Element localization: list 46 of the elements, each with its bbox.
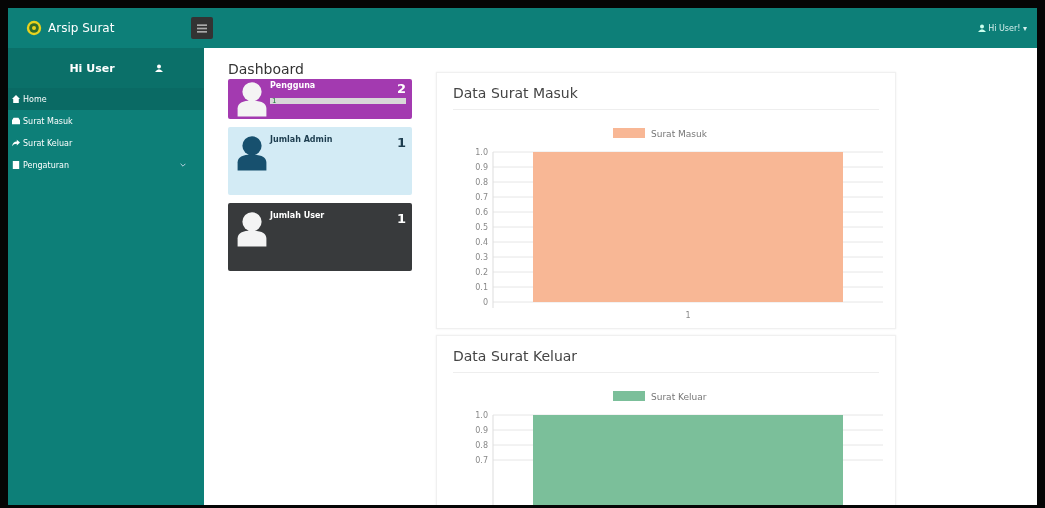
y-tick-label: 0.6 [475,208,488,217]
menu-icon [197,23,207,33]
y-tick-label: 0.8 [475,178,488,187]
user-icon [978,24,987,32]
y-tick-label: 0.9 [475,163,488,172]
logo-icon [26,20,42,36]
card-count: 2 [396,81,406,96]
greeting: Hi User [69,61,115,75]
y-tick-label: 0.4 [475,238,488,247]
legend-label: Surat Masuk [651,129,707,139]
y-tick-label: 0 [482,298,488,307]
y-tick-label: 1.0 [475,148,488,157]
user-icon[interactable] [154,64,163,72]
menu-toggle-button[interactable] [191,17,213,39]
y-tick-label: 0.1 [475,283,488,292]
sidebar-item[interactable]: Home [8,88,204,110]
y-tick-label: 0.9 [475,426,488,435]
user-icon [236,81,268,117]
y-tick-label: 0.7 [475,456,488,465]
page-title: Dashboard [228,61,305,77]
inbox-icon [12,117,20,125]
card-label: Pengguna [270,81,316,90]
legend-label: Surat Keluar [651,392,707,402]
y-tick-label: 0.5 [475,223,488,232]
sidebar-item[interactable]: Surat Keluar [8,132,204,154]
sidebar-item[interactable]: Pengaturan [8,154,204,176]
chart-title: Data Surat Keluar [453,348,879,373]
card-label: Jumlah Admin [270,135,333,144]
home-icon [12,95,20,103]
y-tick-label: 0.3 [475,253,488,262]
user-menu[interactable]: Hi User! ▾ [988,23,1027,33]
chart-title: Data Surat Masuk [453,85,879,110]
brand-name[interactable]: Arsip Surat [48,21,115,35]
book-icon [12,161,20,169]
y-tick-label: 0.8 [475,441,488,450]
card-label: Jumlah User [270,211,325,220]
user-icon [236,211,268,247]
card-count: 1 [396,135,406,150]
x-tick-label: 1 [685,311,691,320]
y-tick-label: 0.2 [475,268,488,277]
sidebar-item[interactable]: Surat Masuk [8,110,204,132]
user-icon [236,135,268,171]
y-tick-label: 0.7 [475,193,488,202]
card-count: 1 [396,211,406,226]
y-tick-label: 1.0 [475,411,488,420]
share-icon [12,139,20,147]
